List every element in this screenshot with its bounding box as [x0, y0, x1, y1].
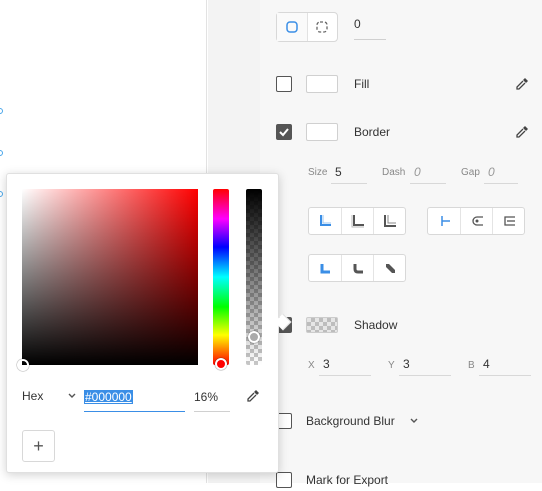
mark-export-label: Mark for Export	[306, 473, 389, 487]
hue-slider-knob[interactable]	[215, 358, 227, 370]
add-swatch-button[interactable]: +	[22, 430, 55, 462]
border-dash-input[interactable]: 0	[410, 162, 446, 184]
shadow-y-label: Y	[388, 360, 395, 371]
border-gap-input[interactable]: 0	[484, 162, 518, 184]
individual-corner-button[interactable]	[306, 13, 338, 41]
border-outside-button[interactable]	[373, 208, 405, 234]
rounded-corner-button[interactable]	[277, 13, 307, 41]
fill-eyedropper-icon[interactable]	[514, 76, 530, 92]
chevron-down-icon[interactable]	[409, 416, 419, 426]
line-end-group	[427, 207, 525, 235]
selection-handle[interactable]	[0, 191, 3, 197]
color-mode-select[interactable]: Hex	[22, 389, 43, 403]
saturation-value-area[interactable]	[22, 189, 198, 365]
dashed-corner-icon	[316, 21, 328, 33]
shadow-row: Shadow	[276, 314, 397, 336]
butt-cap-icon	[441, 216, 450, 226]
hex-value: #000000	[84, 390, 133, 404]
corner-radius-input[interactable]: 0	[354, 12, 386, 40]
shadow-color-swatch[interactable]	[306, 317, 338, 333]
fill-label: Fill	[354, 77, 370, 91]
shadow-y-input[interactable]: 3	[399, 354, 451, 376]
shadow-blur-label: B	[468, 360, 475, 371]
border-color-swatch[interactable]	[306, 123, 338, 141]
border-label: Border	[354, 125, 391, 139]
shadow-label: Shadow	[354, 318, 398, 332]
round-join-button[interactable]	[341, 255, 373, 281]
border-position-group	[308, 207, 406, 235]
line-join-group	[308, 254, 406, 282]
mark-export-checkbox[interactable]	[276, 472, 292, 488]
shadow-x-input[interactable]: 3	[319, 354, 371, 376]
inspector-panel: 0 Fill Border Size 5 Dash 0 Gap 0 Shadow…	[260, 0, 542, 488]
border-row: Border	[276, 121, 390, 143]
border-center-button[interactable]	[341, 208, 373, 234]
bevel-join-icon	[385, 264, 395, 273]
background-blur-label: Background Blur	[306, 414, 395, 428]
round-join-icon	[353, 264, 363, 274]
eyedropper-icon[interactable]	[245, 388, 261, 404]
mark-export-row: Mark for Export	[276, 469, 388, 491]
corner-mode-toggle	[276, 12, 338, 42]
border-gap-label: Gap	[461, 167, 480, 178]
border-eyedropper-icon[interactable]	[514, 124, 530, 140]
border-size-label: Size	[308, 167, 328, 178]
border-dash-label: Dash	[382, 167, 406, 178]
border-inside-icon	[320, 215, 331, 226]
round-cap-icon	[471, 216, 483, 226]
shadow-x-label: X	[308, 360, 315, 371]
fill-row: Fill	[276, 73, 369, 95]
fill-color-swatch[interactable]	[306, 75, 338, 93]
opacity-input[interactable]: 16%	[194, 384, 230, 412]
shadow-blur-input[interactable]: 4	[479, 354, 531, 376]
selection-handle[interactable]	[0, 108, 3, 114]
bevel-join-button[interactable]	[373, 255, 405, 281]
border-outside-icon	[383, 215, 396, 227]
border-checkbox[interactable]	[276, 124, 292, 140]
selection-handle[interactable]	[0, 150, 3, 156]
border-center-icon	[351, 215, 364, 228]
miter-join-icon	[320, 264, 330, 274]
border-size-input[interactable]: 5	[331, 162, 367, 184]
color-cursor[interactable]	[17, 359, 29, 371]
chevron-down-icon[interactable]	[67, 391, 77, 401]
color-picker-popover: Hex #000000 16% +	[6, 173, 292, 473]
hue-slider[interactable]	[213, 189, 229, 365]
opacity-slider-knob[interactable]	[248, 331, 260, 343]
rounded-square-icon	[286, 21, 298, 33]
background-blur-row: Background Blur	[276, 410, 419, 432]
butt-cap-button[interactable]	[428, 208, 460, 234]
hex-input[interactable]: #000000	[84, 384, 185, 412]
border-inside-button[interactable]	[309, 208, 341, 234]
checkmark-icon	[279, 128, 289, 137]
square-cap-icon	[503, 216, 515, 226]
miter-join-button[interactable]	[309, 255, 341, 281]
square-cap-button[interactable]	[492, 208, 524, 234]
fill-checkbox[interactable]	[276, 76, 292, 92]
round-cap-button[interactable]	[460, 208, 492, 234]
